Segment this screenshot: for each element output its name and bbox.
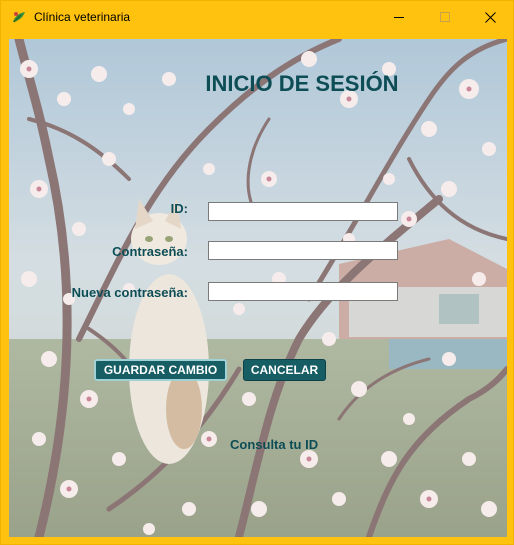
title-bar[interactable]: Clínica veterinaria [1, 1, 513, 33]
cancel-button[interactable]: CANCELAR [243, 359, 326, 381]
maximize-icon [440, 12, 450, 22]
password-label: Contraseña: [112, 244, 188, 259]
new-password-label: Nueva contraseña: [71, 285, 188, 300]
id-label: ID: [170, 201, 188, 216]
new-password-input[interactable] [208, 282, 398, 301]
password-input[interactable] [208, 241, 398, 260]
id-input[interactable] [208, 202, 398, 221]
close-button[interactable] [467, 1, 513, 33]
app-window: Clínica veterinaria INICIO DE SESIÓN ID:… [0, 0, 514, 545]
lookup-id-link[interactable]: Consulta tu ID [230, 437, 318, 452]
login-panel: INICIO DE SESIÓN ID: Contraseña: Nueva c… [9, 39, 507, 537]
minimize-button[interactable] [376, 1, 422, 33]
save-change-button[interactable]: GUARDAR CAMBIO [94, 359, 227, 381]
window-title: Clínica veterinaria [34, 10, 131, 24]
close-icon [484, 11, 496, 23]
minimize-icon [394, 17, 404, 18]
leaf-app-icon [13, 12, 25, 23]
page-title: INICIO DE SESIÓN [205, 71, 399, 96]
maximize-button[interactable] [422, 1, 468, 33]
